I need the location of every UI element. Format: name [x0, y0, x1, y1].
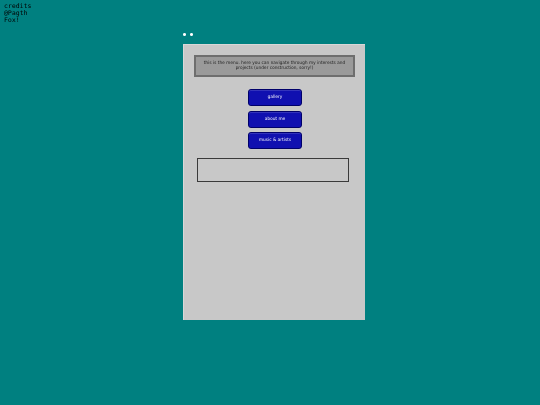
about-me-button-label: about me [264, 117, 286, 122]
menu-panel: this is the menu. here you can navigate … [183, 44, 365, 320]
decorative-dots [183, 33, 193, 36]
menu-info-text: this is the menu. here you can navigate … [203, 61, 346, 71]
gallery-button-label: gallery [267, 95, 283, 100]
content-display-box [197, 158, 349, 182]
music-artists-button[interactable]: music & artists [248, 132, 302, 149]
credits-line: Fox! [4, 15, 20, 24]
gallery-button[interactable]: gallery [248, 89, 302, 106]
about-me-button[interactable]: about me [248, 111, 302, 128]
music-artists-button-label: music & artists [258, 138, 292, 143]
dot-icon [183, 33, 186, 36]
menu-info-box: this is the menu. here you can navigate … [194, 55, 355, 77]
credits-text: credits @Pagth Fox! [4, 3, 31, 23]
dot-icon [190, 33, 193, 36]
